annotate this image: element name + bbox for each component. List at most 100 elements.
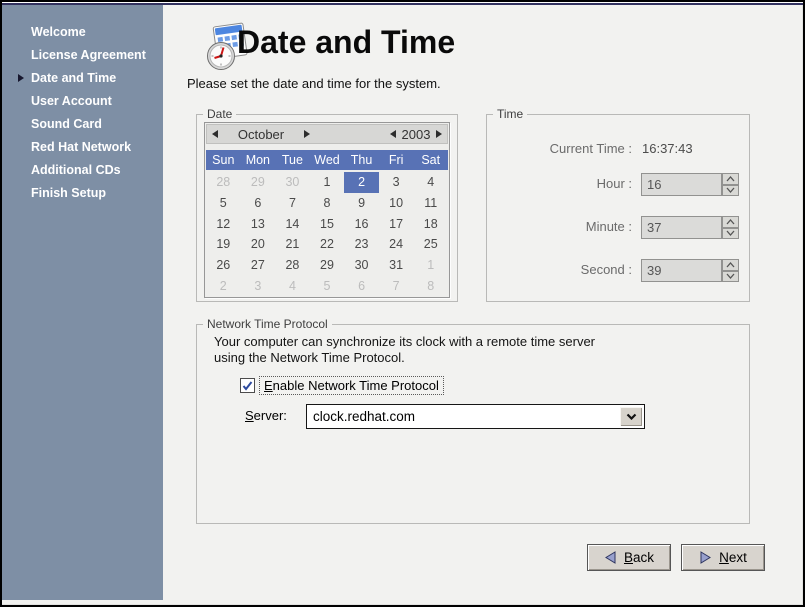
server-combobox-value[interactable]: clock.redhat.com xyxy=(313,409,415,424)
second-spinner: 39 xyxy=(641,259,739,282)
calendar-day[interactable]: 29 xyxy=(241,172,276,193)
calendar-day[interactable]: 7 xyxy=(275,193,310,214)
calendar-day[interactable]: 16 xyxy=(344,213,379,234)
minute-spin-buttons xyxy=(722,216,739,239)
calendar-day[interactable]: 26 xyxy=(206,255,241,276)
calendar-day[interactable]: 3 xyxy=(379,172,414,193)
calendar-day[interactable]: 5 xyxy=(310,275,345,296)
calendar-day[interactable]: 6 xyxy=(344,275,379,296)
calendar-month-label: October xyxy=(218,127,304,142)
server-combobox[interactable]: clock.redhat.com xyxy=(306,404,645,429)
sidebar-item-welcome: Welcome xyxy=(2,21,163,44)
calendar-day[interactable]: 2 xyxy=(206,275,241,296)
ntp-group-legend: Network Time Protocol xyxy=(203,317,332,331)
calendar-day[interactable]: 5 xyxy=(206,193,241,214)
calendar-day[interactable]: 1 xyxy=(413,255,448,276)
calendar-day[interactable]: 13 xyxy=(241,213,276,234)
calendar-day[interactable]: 29 xyxy=(310,255,345,276)
calendar-day[interactable]: 12 xyxy=(206,213,241,234)
hour-spin-buttons xyxy=(722,173,739,196)
hour-decrement-button xyxy=(722,185,739,197)
calendar-day[interactable]: 17 xyxy=(379,213,414,234)
chevron-up-icon xyxy=(726,262,735,268)
current-step-arrow-icon xyxy=(18,74,24,82)
chevron-down-icon xyxy=(726,273,735,279)
server-label: Server: xyxy=(245,408,287,423)
minute-input: 37 xyxy=(641,216,722,239)
calendar-day-name: Wed xyxy=(310,150,345,170)
calendar-day[interactable]: 28 xyxy=(206,172,241,193)
date-group-legend: Date xyxy=(203,107,236,121)
calendar-day[interactable]: 30 xyxy=(344,255,379,276)
calendar-day[interactable]: 31 xyxy=(379,255,414,276)
chevron-down-icon xyxy=(626,413,637,420)
chevron-up-icon xyxy=(726,176,735,182)
chevron-up-icon xyxy=(726,219,735,225)
calendar-day[interactable]: 1 xyxy=(310,172,345,193)
calendar-day[interactable]: 3 xyxy=(241,275,276,296)
calendar-weeks: 2829301234567891011121314151617181920212… xyxy=(206,172,448,296)
minute-increment-button xyxy=(722,216,739,228)
calendar-day-selected[interactable]: 2 xyxy=(344,172,379,193)
hour-label: Hour : xyxy=(500,176,632,191)
sidebar-item-license-agreement: License Agreement xyxy=(2,44,163,67)
calendar-day[interactable]: 11 xyxy=(413,193,448,214)
calendar-day[interactable]: 21 xyxy=(275,234,310,255)
sidebar-item-finish-setup: Finish Setup xyxy=(2,182,163,205)
enable-ntp-checkbox[interactable] xyxy=(240,378,255,393)
calendar-day[interactable]: 27 xyxy=(241,255,276,276)
calendar-day[interactable]: 30 xyxy=(275,172,310,193)
calendar-day[interactable]: 23 xyxy=(344,234,379,255)
chevron-down-icon xyxy=(726,187,735,193)
calendar-month-bar: October 2003 xyxy=(206,124,448,144)
calendar-day[interactable]: 14 xyxy=(275,213,310,234)
hour-input: 16 xyxy=(641,173,722,196)
calendar-day-name: Tue xyxy=(275,150,310,170)
minute-label: Minute : xyxy=(500,219,632,234)
calendar-day[interactable]: 8 xyxy=(310,193,345,214)
calendar-day[interactable]: 15 xyxy=(310,213,345,234)
minute-decrement-button xyxy=(722,228,739,240)
calendar-day[interactable]: 4 xyxy=(413,172,448,193)
current-time-label: Current Time : xyxy=(500,141,632,156)
calendar-day[interactable]: 7 xyxy=(379,275,414,296)
calendar-day[interactable]: 6 xyxy=(241,193,276,214)
sidebar-item-label: License Agreement xyxy=(31,48,146,62)
next-button-label: Next xyxy=(719,550,747,565)
next-year-arrow-icon[interactable] xyxy=(436,130,442,138)
calendar-day[interactable]: 4 xyxy=(275,275,310,296)
back-button[interactable]: Back xyxy=(587,544,671,571)
calendar-day-names: SunMonTueWedThuFriSat xyxy=(206,150,448,170)
page-title: Date and Time xyxy=(237,24,455,61)
sidebar-item-additional-cds: Additional CDs xyxy=(2,159,163,182)
server-dropdown-button[interactable] xyxy=(620,407,642,426)
chevron-down-icon xyxy=(726,230,735,236)
calendar-day[interactable]: 28 xyxy=(275,255,310,276)
calendar-day[interactable]: 10 xyxy=(379,193,414,214)
next-button[interactable]: Next xyxy=(681,544,765,571)
calendar-day[interactable]: 8 xyxy=(413,275,448,296)
calendar-day[interactable]: 24 xyxy=(379,234,414,255)
minute-spinner: 37 xyxy=(641,216,739,239)
sidebar-item-label: Sound Card xyxy=(31,117,102,131)
sidebar-item-label: Additional CDs xyxy=(31,163,121,177)
back-arrow-icon xyxy=(604,551,617,564)
calendar-day[interactable]: 22 xyxy=(310,234,345,255)
second-increment-button xyxy=(722,259,739,271)
enable-ntp-checkbox-label[interactable]: Enable Network Time Protocol xyxy=(259,376,444,395)
calendar-day-name: Fri xyxy=(379,150,414,170)
calendar-day-name: Mon xyxy=(241,150,276,170)
next-month-arrow-icon[interactable] xyxy=(304,130,310,138)
sidebar-item-sound-card: Sound Card xyxy=(2,113,163,136)
next-arrow-icon xyxy=(699,551,712,564)
second-spin-buttons xyxy=(722,259,739,282)
page-subtitle: Please set the date and time for the sys… xyxy=(187,76,441,91)
calendar-day[interactable]: 18 xyxy=(413,213,448,234)
calendar-day[interactable]: 9 xyxy=(344,193,379,214)
back-button-label: Back xyxy=(624,550,654,565)
calendar-day[interactable]: 20 xyxy=(241,234,276,255)
calendar-day[interactable]: 25 xyxy=(413,234,448,255)
calendar-widget: October 2003 SunMonTueWedThuFriSat 28293… xyxy=(204,122,450,298)
hour-increment-button xyxy=(722,173,739,185)
calendar-day[interactable]: 19 xyxy=(206,234,241,255)
